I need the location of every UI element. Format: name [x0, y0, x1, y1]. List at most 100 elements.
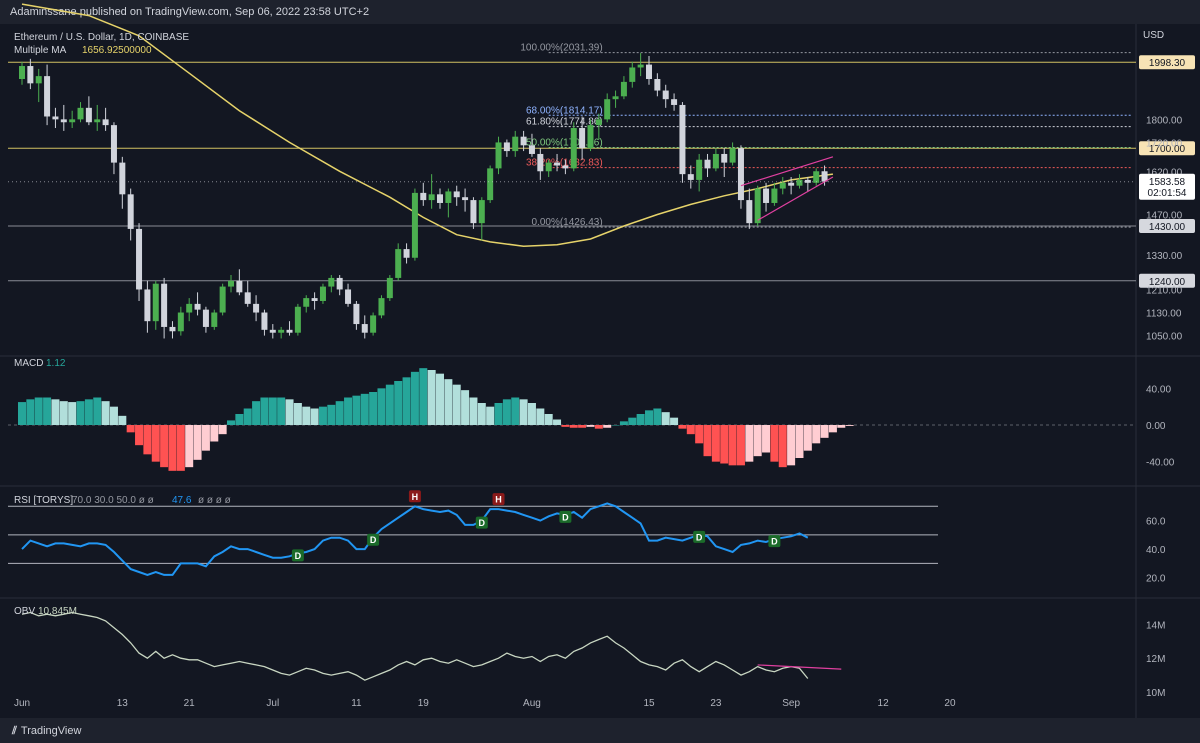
macd-bar: [469, 397, 478, 425]
candle: [453, 191, 460, 198]
candle: [796, 179, 803, 186]
candle: [169, 326, 176, 332]
candle: [813, 171, 820, 183]
macd-bar: [151, 425, 160, 462]
candle: [604, 99, 611, 120]
macd-bar: [344, 397, 353, 425]
macd-bar: [461, 390, 470, 425]
chart-title: Ethereum / U.S. Dollar, 1D, COINBASE: [14, 32, 189, 43]
price-tick: 1050.00: [1146, 332, 1183, 343]
price-tick: 1130.00: [1146, 309, 1182, 320]
macd-bar: [268, 397, 277, 425]
macd-bar: [201, 425, 210, 451]
date-tick: Sep: [782, 698, 800, 709]
macd-bar: [611, 425, 620, 426]
candle: [554, 162, 561, 166]
macd-bar: [553, 419, 562, 425]
rsi-tick: 20.0: [1146, 574, 1166, 585]
rsi-value: 47.6: [172, 495, 192, 506]
candle: [646, 64, 652, 80]
macd-bar: [502, 399, 511, 425]
macd-bar: [143, 425, 152, 455]
candle: [712, 153, 719, 169]
macd-bar: [845, 425, 854, 426]
macd-bar: [260, 397, 269, 425]
macd-bar: [511, 397, 520, 425]
candle: [562, 165, 569, 169]
candle: [144, 289, 151, 322]
rsi-marker-label: D: [295, 551, 302, 561]
candle: [85, 107, 92, 123]
macd-bar: [436, 373, 444, 425]
chart-area[interactable]: 100.00%(2031.39)68.00%(1814.17)61.80%(17…: [0, 0, 1200, 718]
macd-bar: [335, 401, 344, 425]
candle: [294, 306, 301, 333]
macd-bar: [678, 425, 687, 429]
candle: [253, 303, 260, 313]
candle: [503, 142, 510, 152]
candle: [420, 192, 427, 201]
rsi-params: 70.0 30.0 50.0 ø ø: [72, 495, 154, 506]
macd-bar: [594, 425, 603, 429]
candle: [570, 128, 577, 169]
candle: [470, 200, 477, 224]
candle: [236, 280, 243, 293]
candle: [77, 107, 84, 120]
candle: [629, 67, 636, 82]
macd-tick: -40.00: [1146, 458, 1175, 469]
macd-bar: [160, 425, 169, 468]
fib-label: 0.00%(1426.43): [532, 217, 603, 228]
rsi-marker-label: H: [412, 492, 419, 502]
candle: [788, 182, 795, 186]
date-tick: Jun: [14, 698, 30, 709]
date-tick: 12: [878, 698, 890, 709]
macd-bar: [661, 412, 670, 425]
macd-bar: [252, 401, 261, 425]
macd-bar: [285, 399, 294, 425]
macd-bar: [778, 425, 787, 468]
macd-bar: [218, 425, 227, 435]
obv-tick: 10M: [1146, 688, 1165, 699]
macd-bar: [645, 410, 653, 425]
countdown-label: 02:01:54: [1148, 188, 1187, 199]
macd-bar: [762, 425, 771, 453]
rsi-marker-label: D: [370, 535, 377, 545]
candle: [587, 125, 594, 149]
obv-tick: 12M: [1146, 654, 1165, 665]
macd-bar: [753, 425, 762, 457]
macd-bar: [76, 401, 85, 425]
price-tick: 1470.00: [1146, 211, 1183, 222]
macd-bar: [18, 402, 26, 425]
macd-bar: [837, 425, 846, 428]
last-price-label: 1583.58: [1149, 177, 1186, 188]
rsi-tick: 60.0: [1146, 517, 1166, 528]
candle: [662, 90, 669, 100]
candle: [595, 119, 602, 126]
rsi-marker-label: D: [479, 518, 486, 528]
candle: [411, 192, 418, 258]
macd-bar: [695, 425, 704, 444]
ma-value: 1656.92500000: [82, 45, 152, 56]
rsi-line: [21, 502, 809, 576]
rsi-marker-label: H: [495, 495, 502, 505]
macd-bar: [135, 425, 144, 446]
macd-bar: [703, 425, 712, 457]
macd-bar: [419, 368, 428, 425]
candle: [119, 162, 126, 195]
candle: [345, 289, 352, 304]
macd-bar: [310, 408, 319, 425]
date-tick: 19: [418, 698, 430, 709]
macd-bar: [477, 403, 486, 425]
rsi-tick: 40.0: [1146, 545, 1166, 556]
rsi-marker-label: D: [562, 512, 569, 522]
candle: [478, 200, 485, 224]
macd-bar: [26, 399, 35, 425]
candle: [437, 194, 443, 203]
candle: [520, 136, 527, 146]
date-tick: 23: [710, 698, 722, 709]
rsi-marker-label: D: [771, 537, 778, 547]
level-badge-label: 1430.00: [1149, 222, 1186, 233]
macd-bar: [745, 425, 754, 462]
tradingview-logo[interactable]: ⫽ TradingView: [12, 724, 81, 738]
candle: [721, 153, 728, 163]
